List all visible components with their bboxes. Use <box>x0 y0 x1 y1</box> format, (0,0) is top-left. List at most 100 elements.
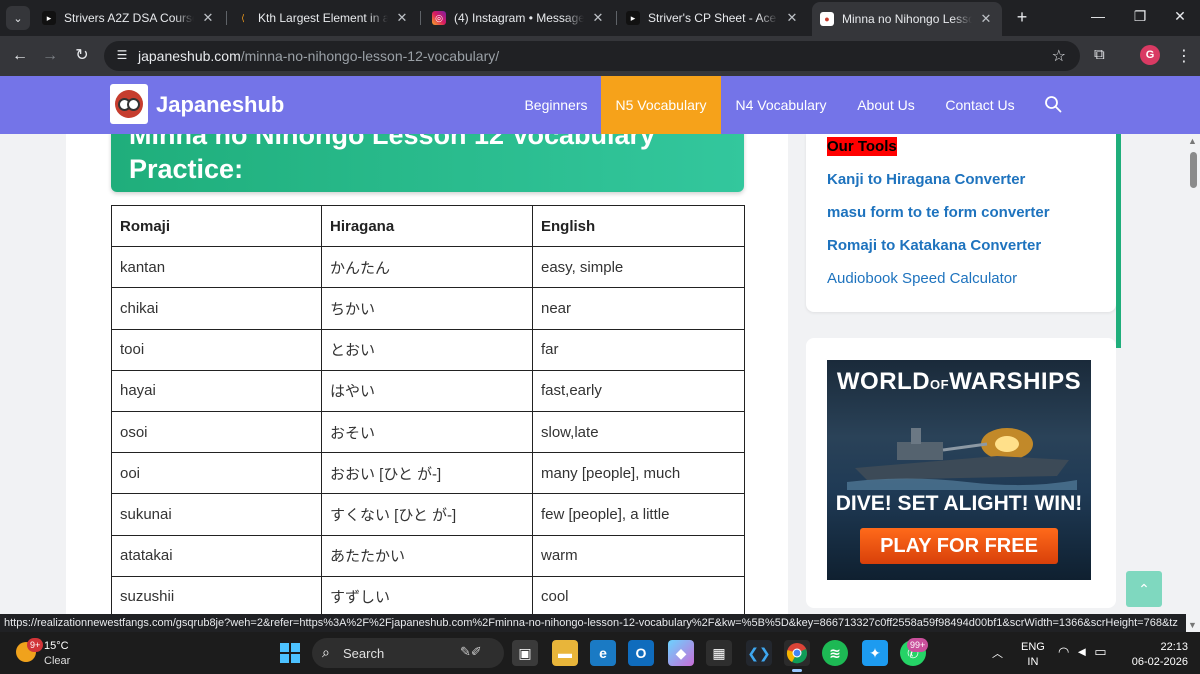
twitter-icon[interactable]: ✦ <box>862 640 888 666</box>
microsoft-store-icon[interactable]: ▦ <box>706 640 732 666</box>
close-icon[interactable]: ✕ <box>590 10 606 26</box>
close-icon[interactable]: ✕ <box>978 11 994 27</box>
ad-title: WORLDOFWARSHIPS <box>827 368 1091 396</box>
tab-search-button[interactable]: ⌄ <box>6 6 30 30</box>
cell-english: cool <box>532 575 745 614</box>
taskbar-search[interactable]: ⌕ Search ✎✐ <box>312 638 504 668</box>
weather-temperature[interactable]: 15°C <box>44 640 69 652</box>
cell-romaji: sukunai <box>111 493 322 536</box>
wifi-icon[interactable]: ◠ <box>1058 644 1075 659</box>
tab-instagram[interactable]: ◎ (4) Instagram • Messages ✕ <box>424 4 614 32</box>
scroll-thumb[interactable] <box>1190 152 1197 188</box>
table-row: ooi おおい [ひと が-] many [people], much <box>111 452 745 495</box>
close-icon[interactable]: ✕ <box>784 10 800 26</box>
spotify-icon[interactable]: ≋ <box>822 640 848 666</box>
windows-start-icon[interactable] <box>280 643 300 663</box>
site-info-icon[interactable]: ☰ <box>114 48 130 64</box>
cell-hiragana: すずしい <box>321 575 533 614</box>
weather-condition[interactable]: Clear <box>44 655 70 667</box>
clock-date: 06-02-2026 <box>1131 656 1188 668</box>
nav-contact-us[interactable]: Contact Us <box>938 76 1022 134</box>
page-scrollbar[interactable]: ▲ ▼ <box>1186 134 1200 632</box>
minimize-button[interactable]: — <box>1088 8 1108 24</box>
tool-link-audiobook-speed[interactable]: Audiobook Speed Calculator <box>827 270 1017 287</box>
scroll-up-icon[interactable]: ▲ <box>1188 136 1197 146</box>
close-icon[interactable]: ✕ <box>394 10 410 26</box>
edge-icon[interactable]: e <box>590 640 616 666</box>
tool-link-kanji-to-hiragana[interactable]: Kanji to Hiragana Converter <box>827 171 1025 188</box>
url-text[interactable]: japaneshub.com/minna-no-nihongo-lesson-1… <box>138 48 499 64</box>
cell-romaji: atatakai <box>111 534 322 577</box>
weather-badge: 9+ <box>27 638 44 652</box>
play-for-free-button[interactable]: PLAY FOR FREE <box>860 528 1058 564</box>
lang-region: IN <box>1027 656 1039 668</box>
back-button[interactable]: ← <box>10 46 30 66</box>
cell-hiragana: おおい [ひと が-] <box>321 452 533 495</box>
profile-avatar[interactable]: G <box>1140 45 1160 65</box>
site-header: Japaneshub Beginners N5 Vocabulary N4 Vo… <box>0 76 1200 134</box>
cell-hiragana: あたたかい <box>321 534 533 577</box>
vscode-icon[interactable]: ❮❯ <box>746 640 772 666</box>
outlook-icon[interactable]: O <box>628 640 654 666</box>
tab-minna-no-nihongo[interactable]: ● Minna no Nihongo Lesson 12 ✕ <box>812 2 1002 36</box>
url-host: japaneshub.com <box>138 48 241 64</box>
nav-about-us[interactable]: About Us <box>848 76 924 134</box>
tools-widget: Our Tools Kanji to Hiragana Converter ma… <box>806 134 1116 312</box>
restore-button[interactable]: ❐ <box>1130 8 1150 25</box>
language-indicator[interactable]: ENG IN <box>1021 640 1045 670</box>
close-window-button[interactable]: ✕ <box>1170 8 1190 25</box>
column-header-hiragana: Hiragana <box>321 204 533 248</box>
task-view-icon[interactable]: ▣ <box>512 640 538 666</box>
table-header-row: Romaji Hiragana English <box>111 204 745 248</box>
copilot-icon[interactable]: ◆ <box>668 640 694 666</box>
address-bar[interactable]: ☰ japaneshub.com/minna-no-nihongo-lesson… <box>104 41 1080 71</box>
tab-strip: ⌄ ▸ Strivers A2Z DSA Course/Sheet ✕ ⟨ Kt… <box>0 0 1200 36</box>
site-brand[interactable]: Japaneshub <box>156 92 284 118</box>
sidebar-accent-bar <box>1116 134 1121 348</box>
table-row: tooi とおい far <box>111 328 745 371</box>
tab-separator <box>616 11 617 25</box>
volume-icon[interactable]: ◄ <box>1075 644 1094 659</box>
file-explorer-icon[interactable]: ▬ <box>552 640 578 666</box>
ad-tagline: DIVE! SET ALIGHT! WIN! <box>835 492 1083 515</box>
tab-striver-cp[interactable]: ▸ Striver's CP Sheet - Ace Interviews ✕ <box>618 4 808 32</box>
scroll-down-icon[interactable]: ▼ <box>1188 620 1197 630</box>
ad-title-of: OF <box>930 377 950 392</box>
close-icon[interactable]: ✕ <box>200 10 216 26</box>
lang-code: ENG <box>1021 641 1045 653</box>
tuf-icon: ▸ <box>42 11 56 25</box>
cell-romaji: kantan <box>111 246 322 289</box>
new-tab-button[interactable]: + <box>1012 8 1032 28</box>
site-logo[interactable] <box>110 84 148 124</box>
table-row: sukunai すくない [ひと が-] few [people], a lit… <box>111 493 745 536</box>
ad-title-world: WORLD <box>836 368 931 395</box>
chrome-icon[interactable] <box>784 640 810 672</box>
cell-romaji: ooi <box>111 452 322 495</box>
cell-romaji: suzushii <box>111 575 322 614</box>
tab-strivers-a2z[interactable]: ▸ Strivers A2Z DSA Course/Sheet ✕ <box>34 4 224 32</box>
tab-kth-largest[interactable]: ⟨ Kth Largest Element in a Stream ✕ <box>228 4 418 32</box>
show-hidden-icons[interactable]: ︿ <box>992 645 1003 661</box>
nav-beginners[interactable]: Beginners <box>516 76 596 134</box>
cell-english: few [people], a little <box>532 493 745 536</box>
extensions-icon[interactable]: ⧉ <box>1094 46 1105 63</box>
url-path: /minna-no-nihongo-lesson-12-vocabulary/ <box>240 48 500 64</box>
search-icon[interactable] <box>1044 95 1062 113</box>
cell-english: fast,early <box>532 369 745 412</box>
system-tray-icons[interactable]: ◠◄▭ <box>1058 644 1113 660</box>
cell-english: far <box>532 328 745 371</box>
browser-menu-icon[interactable]: ⋮ <box>1176 46 1192 66</box>
column-header-romaji: Romaji <box>111 204 322 248</box>
bookmark-star-icon[interactable]: ☆ <box>1052 46 1066 66</box>
nav-n4-vocabulary[interactable]: N4 Vocabulary <box>728 76 834 134</box>
reload-button[interactable]: ↻ <box>72 46 92 66</box>
cell-romaji: chikai <box>111 287 322 330</box>
battery-icon[interactable]: ▭ <box>1094 644 1112 659</box>
tool-link-romaji-to-katakana[interactable]: Romaji to Katakana Converter <box>827 237 1041 254</box>
system-clock[interactable]: 22:13 06-02-2026 <box>1128 640 1188 670</box>
nav-n5-vocabulary[interactable]: N5 Vocabulary <box>601 76 721 134</box>
back-to-top-button[interactable]: ⌃ <box>1126 571 1162 607</box>
forward-button[interactable]: → <box>40 46 60 66</box>
tool-link-masu-to-te[interactable]: masu form to te form converter <box>827 204 1050 221</box>
warships-ad[interactable]: WORLDOFWARSHIPS DIVE! SET ALIGHT! WIN! P… <box>827 360 1091 580</box>
